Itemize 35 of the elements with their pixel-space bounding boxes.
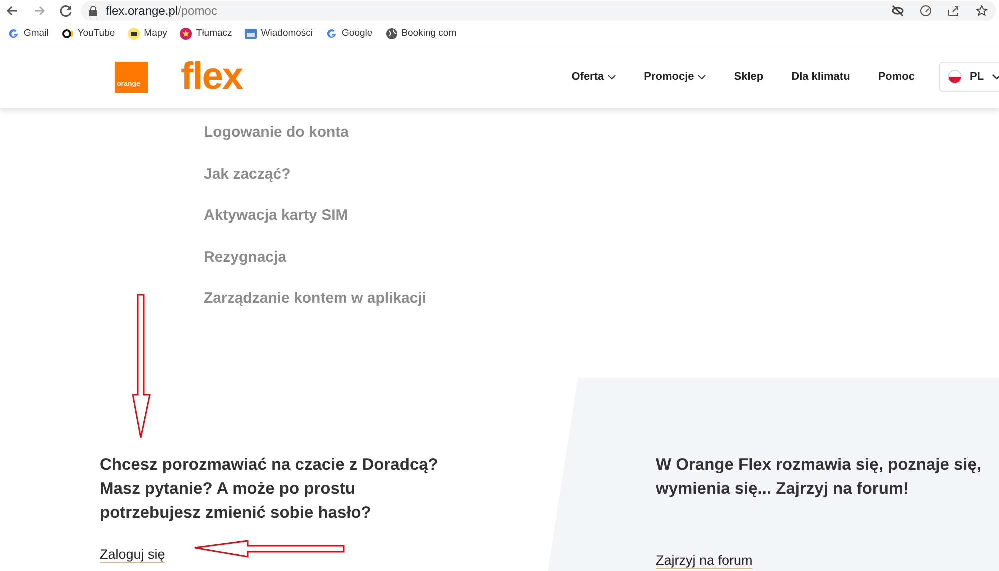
bookmark[interactable]: Wiadomości: [245, 26, 314, 42]
language-select[interactable]: PL: [939, 62, 999, 92]
bookmark[interactable]: Gmail: [8, 26, 49, 42]
lock-icon: [89, 6, 98, 16]
eye-slash-icon[interactable]: [892, 5, 904, 17]
chevron-down-icon: [992, 74, 999, 80]
card-text: W Orange Flex rozmawia się, poznaje się, wymienia się... Zajrzyj na forum!: [656, 455, 983, 500]
google-icon: [8, 28, 20, 40]
card-link[interactable]: Zajrzyj na forum: [656, 553, 753, 569]
google-icon: [326, 28, 338, 40]
card-link[interactable]: Zaloguj się: [100, 547, 166, 563]
star-badge-icon: [180, 28, 192, 40]
nav-link[interactable]: Pomoc: [878, 68, 915, 86]
nav-link[interactable]: Sklep: [734, 68, 764, 86]
bookmark[interactable]: Tłumacz: [180, 26, 232, 42]
url-text: flex.orange.pl/pomoc: [106, 3, 218, 20]
back-icon[interactable]: [5, 4, 19, 18]
envelope-icon: [128, 28, 140, 40]
nav-link[interactable]: Oferta: [572, 68, 616, 86]
star-icon[interactable]: [976, 5, 988, 17]
reload-icon[interactable]: [59, 4, 73, 18]
card-text: Chcesz porozmawiać na czacie z Doradcą? Masz pytanie? A może po prostu potrzebujesz zmienić sobie hasło?: [100, 455, 440, 524]
bookmark[interactable]: Booking com: [386, 26, 457, 42]
bookmark[interactable]: YouTube: [62, 26, 116, 42]
chevron-down-icon: [698, 74, 706, 80]
newspaper-icon: [245, 28, 258, 40]
nav-link[interactable]: Dla klimatu: [792, 68, 850, 86]
bookmark[interactable]: Google: [326, 26, 373, 42]
gauge-icon[interactable]: [920, 5, 932, 17]
share-icon[interactable]: [948, 5, 960, 17]
address-bar[interactable]: flex.orange.pl/pomoc: [81, 1, 996, 21]
chevron-down-icon: [608, 74, 616, 80]
nav-link[interactable]: Promocje: [644, 68, 706, 86]
flag-icon: [948, 70, 962, 84]
bookmark[interactable]: Mapy: [128, 26, 168, 42]
